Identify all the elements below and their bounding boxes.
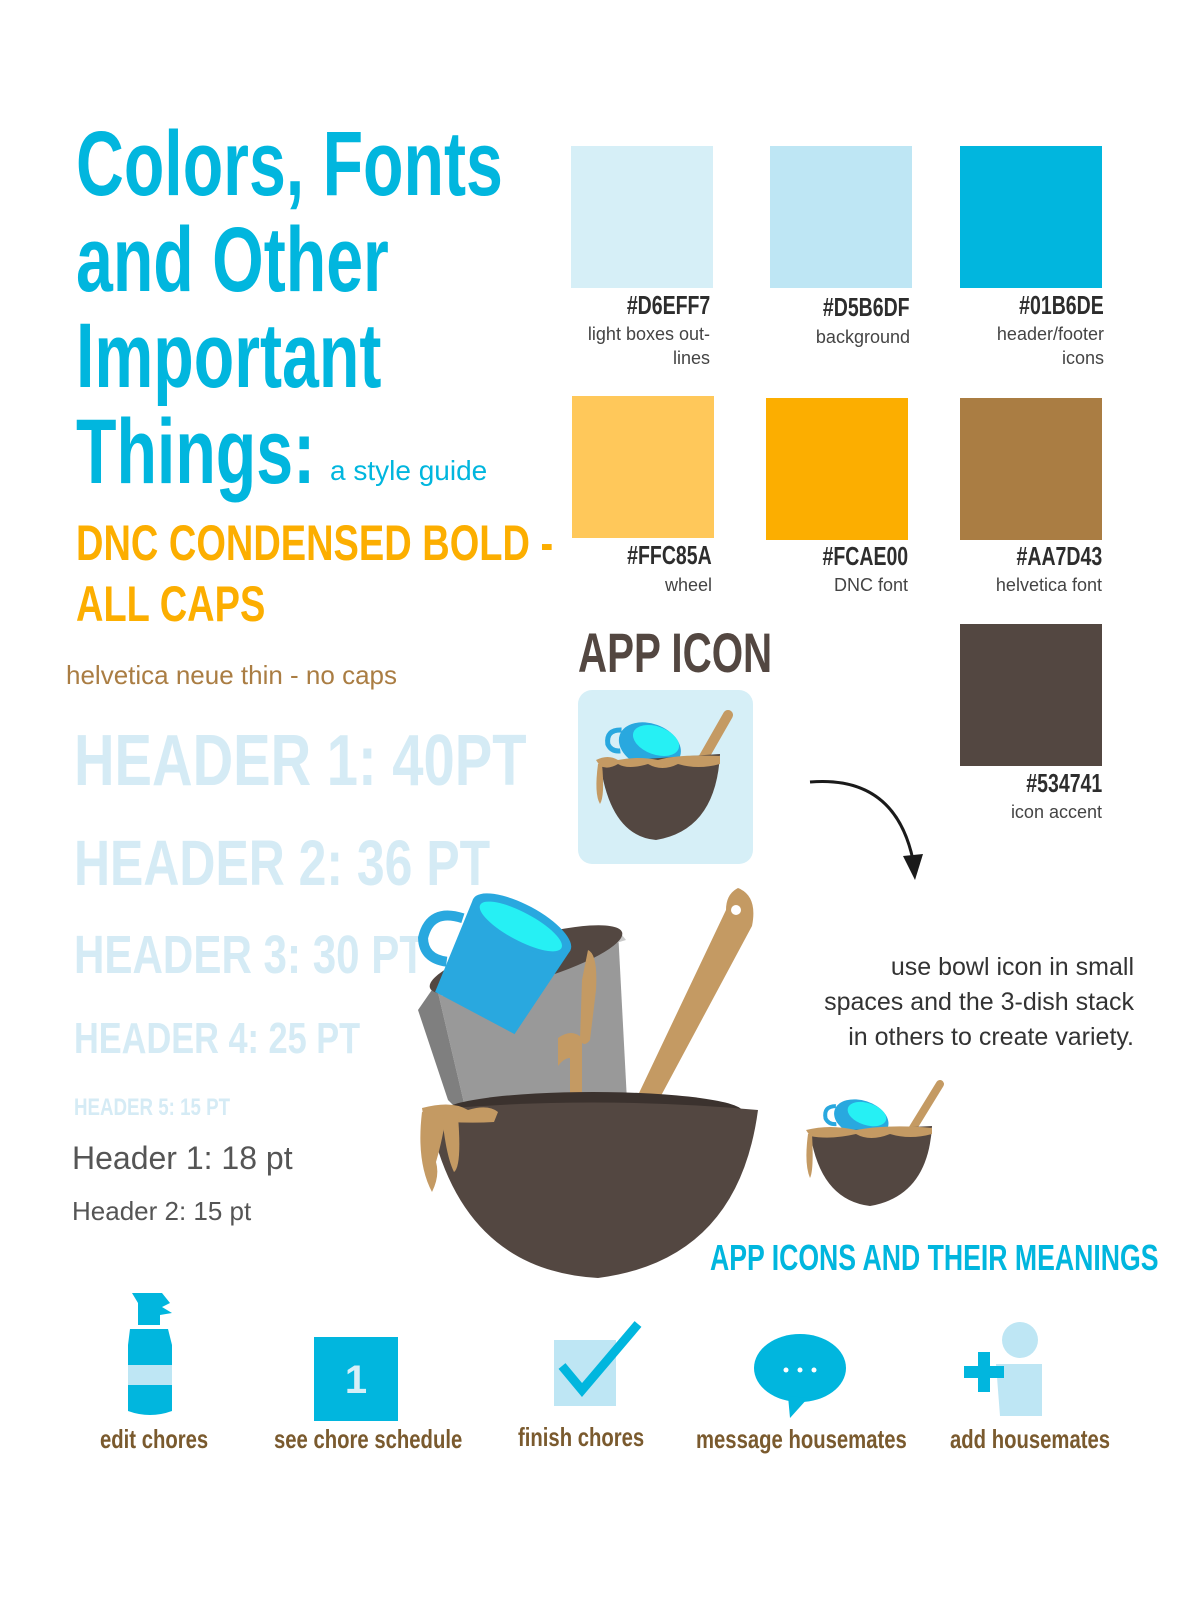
title-line-2: and Other <box>76 209 389 311</box>
font-sample-helvetica: helvetica neue thin - no caps <box>66 660 397 690</box>
header-1-sample: HEADER 1: 40PT <box>74 721 527 801</box>
swatch-desc-line: lines <box>672 348 710 368</box>
swatch-box <box>960 624 1102 766</box>
add-person-icon <box>964 1322 1042 1416</box>
calendar-icon: 1 <box>314 1337 398 1421</box>
font-sample-dnc-2: ALL CAPS <box>76 576 266 632</box>
swatch-hex: #534741 <box>1026 768 1102 798</box>
swatch-box <box>571 146 713 288</box>
label-message-housemates: message housemates <box>696 1424 907 1454</box>
title-line-4: Things: <box>76 401 316 503</box>
app-icon-title: APP ICON <box>578 621 773 684</box>
swatch-hex: #FFC85A <box>627 540 712 570</box>
curved-arrow-icon <box>809 779 923 880</box>
label-edit-chores: edit chores <box>100 1424 209 1454</box>
swatch-desc: light boxes out-lines <box>588 322 710 370</box>
subtitle: a style guide <box>330 455 488 486</box>
font-sample-dnc-1: DNC CONDENSED BOLD - <box>76 515 554 571</box>
app-icon-tile <box>578 690 753 864</box>
chat-bubble-icon <box>754 1334 846 1418</box>
swatch-box <box>572 396 714 538</box>
swatch-desc-line: icons <box>1061 348 1104 368</box>
label-see-chore-schedule: see chore schedule <box>274 1424 463 1454</box>
label-add-housemates: add housemates <box>950 1424 1111 1454</box>
icons-meanings-title: APP ICONS AND THEIR MEANINGS <box>710 1237 1159 1278</box>
bowl-icon-small <box>806 1080 944 1206</box>
swatch-desc: wheel <box>664 575 712 595</box>
swatch-desc: icon accent <box>1010 802 1102 822</box>
label-finish-chores: finish chores <box>518 1422 645 1452</box>
swatch-hex: #D5B6DF <box>823 292 910 322</box>
swatch-box <box>960 146 1102 288</box>
title-line-3: Important <box>76 305 382 407</box>
swatch-box <box>770 146 912 288</box>
swatch-desc: header/footer icons <box>997 322 1104 370</box>
plain-header-1-sample: Header 1: 18 pt <box>72 1140 293 1176</box>
swatch-hex: #FCAE00 <box>822 541 908 571</box>
bowl-icon <box>596 710 733 840</box>
swatch-box <box>960 398 1102 540</box>
checkbox-icon <box>554 1321 642 1406</box>
swatch-desc: background <box>815 327 910 347</box>
swatch-box <box>766 398 908 540</box>
spray-bottle-icon <box>128 1293 172 1415</box>
swatch-desc-line: light boxes out- <box>587 324 710 344</box>
title-line-1: Colors, Fonts <box>76 113 503 215</box>
swatch-desc-line: header/footer <box>996 324 1104 344</box>
svg-text:1: 1 <box>345 1358 367 1402</box>
swatch-desc: helvetica font <box>995 575 1102 595</box>
usage-note: use bowl icon in small spaces and the 3-… <box>824 953 1134 1051</box>
dish-stack-illustration <box>418 888 758 1278</box>
swatch-hex: #D6EFF7 <box>626 290 710 320</box>
header-5-sample: HEADER 5: 15 PT <box>74 1094 231 1121</box>
swatch-desc: DNC font <box>833 575 908 595</box>
header-3-sample: HEADER 3: 30 PT <box>74 925 426 985</box>
header-4-sample: HEADER 4: 25 PT <box>74 1014 361 1063</box>
swatch-hex: #AA7D43 <box>1016 541 1102 571</box>
plain-header-2-sample: Header 2: 15 pt <box>72 1196 252 1226</box>
swatch-hex: #01B6DE <box>1019 290 1104 320</box>
